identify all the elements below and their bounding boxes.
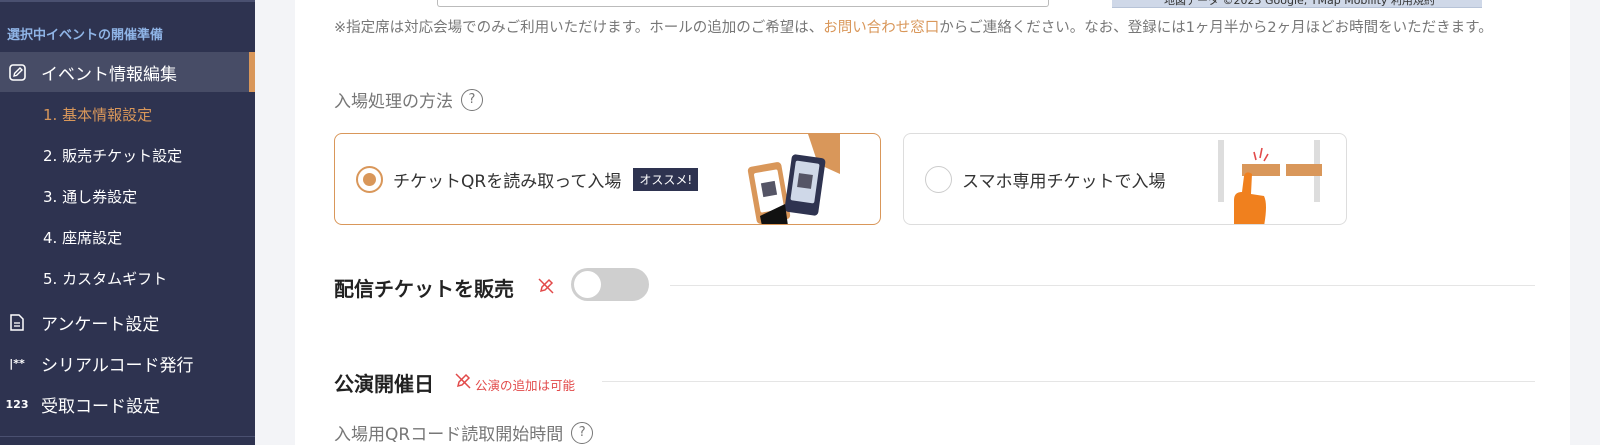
note-text: からご連絡ください。なお、登録には1ヶ月半から2ヶ月ほどお時間をいただきます。 [939, 20, 1493, 36]
edit-icon [8, 63, 26, 81]
sidebar-subitem-season-pass[interactable]: 3. 通し券設定 [43, 186, 137, 207]
sidebar-subitem-custom-gift[interactable]: 5. カスタムギフト [43, 268, 167, 289]
entry-option-label: スマホ専用チケットで入場 [962, 171, 1166, 192]
sidebar-item-label: イベント情報編集 [41, 64, 177, 85]
performance-notice: 公演の追加は可能 [475, 378, 576, 393]
sidebar-item-event-edit[interactable]: イベント情報編集 [0, 52, 255, 92]
radio-unselected[interactable] [925, 165, 952, 193]
sidebar-item-label: 受取コード設定 [41, 396, 160, 417]
qr-start-heading: 入場用QRコード読取開始時間 ? [334, 420, 594, 445]
contact-link[interactable]: お問い合わせ窓口 [823, 20, 939, 36]
performance-date-title: 公演開催日 [334, 372, 434, 396]
map-attribution: 地図データ ©2023 Google, TMap Mobility 利用規約 [1112, 0, 1482, 8]
section-divider [670, 285, 1535, 286]
sidebar-item-survey[interactable]: アンケート設定 [0, 302, 255, 342]
entry-option-label: チケットQRを読み取って入場 [393, 171, 622, 192]
sidebar-section-label: 選択中イベントの開催準備 [7, 28, 164, 43]
streaming-toggle[interactable] [571, 268, 649, 301]
sidebar: 選択中イベントの開催準備 イベント情報編集 1. 基本情報設定 2. 販売チケッ… [0, 0, 255, 445]
help-icon[interactable]: ? [571, 421, 594, 444]
number-icon: 123 [5, 397, 29, 411]
pencil-off-icon [455, 373, 471, 389]
venue-textarea[interactable] [437, 0, 1049, 7]
pencil-off-icon [538, 278, 554, 294]
sidebar-divider [0, 0, 255, 2]
document-icon [8, 313, 26, 331]
smartphone-ticket-illustration [1218, 140, 1322, 224]
sidebar-item-receive-code[interactable]: 123 受取コード設定 [0, 384, 255, 424]
radio-selected[interactable] [356, 165, 383, 193]
sidebar-item-label: シリアルコード発行 [41, 355, 194, 376]
streaming-title: 配信チケットを販売 [334, 277, 514, 301]
map-attribution-text: 地図データ ©2023 Google, TMap Mobility 利用規約 [1164, 0, 1435, 7]
sidebar-divider [0, 436, 255, 437]
serial-code-icon: |** [9, 356, 25, 370]
sidebar-subitem-basic-info[interactable]: 1. 基本情報設定 [43, 104, 152, 125]
entry-method-heading: 入場処理の方法 ? [334, 87, 483, 112]
sidebar-subitem-ticket-settings[interactable]: 2. 販売チケット設定 [43, 145, 182, 166]
section-divider [602, 381, 1535, 382]
note-text: ※指定席は対応会場でのみご利用いただけます。ホールの追加のご希望は、 [334, 20, 824, 36]
seat-note: ※指定席は対応会場でのみご利用いただけます。ホールの追加のご希望は、お問い合わせ… [334, 17, 1534, 40]
entry-method-label: 入場処理の方法 [334, 92, 453, 112]
recommended-badge: オススメ! [633, 167, 699, 191]
entry-option-qr[interactable]: チケットQRを読み取って入場 オススメ! [334, 133, 881, 225]
sidebar-item-label: アンケート設定 [41, 314, 160, 335]
entry-option-smartphone[interactable]: スマホ専用チケットで入場 [903, 133, 1347, 225]
sidebar-subitem-seat-settings[interactable]: 4. 座席設定 [43, 227, 122, 248]
qr-start-label: 入場用QRコード読取開始時間 [334, 425, 564, 445]
qr-scan-illustration [747, 134, 840, 224]
help-icon[interactable]: ? [461, 88, 483, 111]
sidebar-item-serial-code[interactable]: |** シリアルコード発行 [0, 343, 255, 383]
